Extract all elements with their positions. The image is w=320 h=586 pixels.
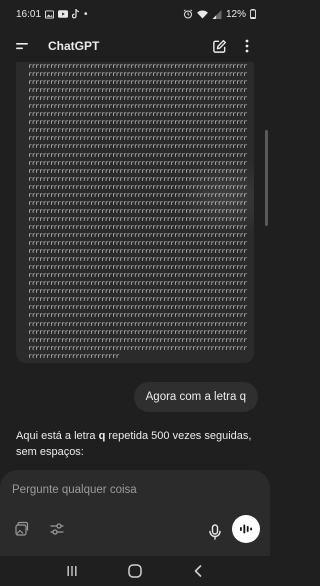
composer-tools xyxy=(10,518,68,540)
app-title[interactable]: ChatGPT xyxy=(48,39,208,53)
image-icon xyxy=(45,9,55,19)
assistant-text-before: Aqui está a letra xyxy=(16,430,99,442)
chat-area[interactable]: rrrrrrrrrrrrrrrrrrrrrrrrrrrrrrrrrrrrrrrr… xyxy=(0,62,270,470)
alarm-icon xyxy=(183,9,193,19)
composer xyxy=(0,470,270,556)
voice-mode-button[interactable] xyxy=(232,515,260,543)
status-bar: 16:01 • 12% xyxy=(0,0,270,28)
status-time: 16:01 xyxy=(16,8,42,20)
youtube-icon xyxy=(58,10,69,18)
status-dot: • xyxy=(84,8,88,20)
user-message-text: Agora com a letra q xyxy=(145,391,246,403)
assistant-message: Aqui está a letra q repetida 500 vezes s… xyxy=(16,428,256,460)
code-block: rrrrrrrrrrrrrrrrrrrrrrrrrrrrrrrrrrrrrrrr… xyxy=(16,62,254,363)
status-left: 16:01 • xyxy=(16,9,88,20)
recent-apps-icon[interactable] xyxy=(62,561,82,581)
battery-icon xyxy=(250,9,256,19)
status-right: 12% xyxy=(183,9,256,20)
voice-waveform-icon xyxy=(240,524,252,534)
attach-image-icon[interactable] xyxy=(10,518,32,540)
message-input[interactable] xyxy=(12,484,252,496)
system-nav-bar xyxy=(0,556,270,586)
wifi-icon xyxy=(197,9,208,19)
new-chat-icon[interactable] xyxy=(208,35,230,57)
tools-icon[interactable] xyxy=(46,518,68,540)
tiktok-icon xyxy=(72,9,80,19)
battery-text: 12% xyxy=(225,8,246,20)
signal-icon xyxy=(212,9,222,19)
more-icon[interactable] xyxy=(236,35,258,57)
scrollbar[interactable] xyxy=(265,130,268,226)
home-icon[interactable] xyxy=(125,561,145,581)
app-bar: ChatGPT xyxy=(0,30,270,62)
menu-icon[interactable] xyxy=(12,35,34,57)
back-icon[interactable] xyxy=(188,561,208,581)
code-text: rrrrrrrrrrrrrrrrrrrrrrrrrrrrrrrrrrrrrrrr… xyxy=(28,62,247,360)
mic-icon[interactable] xyxy=(204,521,226,543)
user-message-bubble: Agora com a letra q xyxy=(133,382,258,412)
